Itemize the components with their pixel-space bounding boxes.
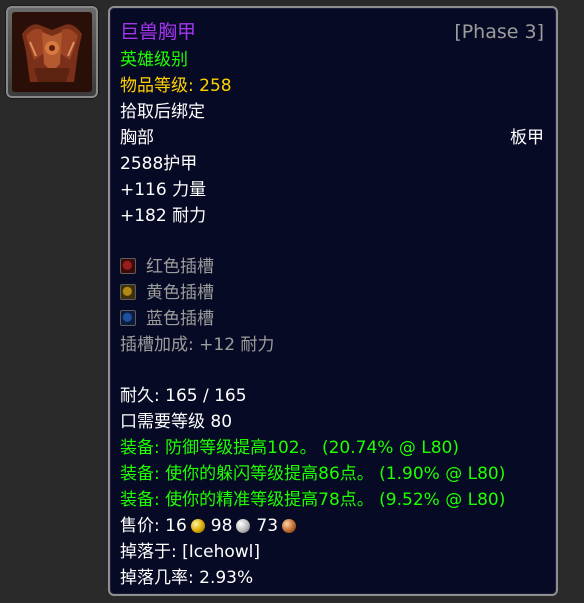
socket-blue-label: 蓝色插槽	[146, 309, 214, 329]
sell-price-label: 售价:	[120, 516, 160, 536]
armor-type-text: 板甲	[510, 128, 544, 148]
socket-blue: 蓝色插槽	[120, 309, 214, 329]
durability: 耐久: 165 / 165	[120, 386, 247, 406]
item-level-value: 258	[199, 76, 232, 96]
sell-copper-value: 73	[256, 516, 279, 536]
drop-source: 掉落于: [Icehowl]	[120, 542, 261, 562]
equip-effect-defense: 装备: 防御等级提高102。 (20.74% @ L80)	[120, 438, 459, 458]
drop-rate: 掉落几率: 2.93%	[120, 568, 254, 588]
copper-coin-icon	[282, 519, 297, 533]
item-level: 物品等级: 258	[120, 76, 232, 96]
item-name: 巨兽胸甲	[120, 21, 197, 43]
socket-bonus: 插槽加成: +12 耐力	[120, 335, 275, 355]
sell-gold-value: 16	[165, 516, 187, 536]
item-level-label: 物品等级:	[120, 76, 194, 96]
socket-yellow-label: 黄色插槽	[146, 283, 214, 303]
equip-effect-dodge: 装备: 使你的躲闪等级提高86点。 (1.90% @ L80)	[120, 464, 506, 484]
required-level: 口需要等级 80	[120, 412, 233, 432]
stat-stamina: +182 耐力	[120, 206, 207, 226]
socket-red: 红色插槽	[120, 257, 214, 277]
item-icon-frame[interactable]	[6, 6, 98, 98]
gold-coin-icon	[190, 519, 205, 533]
equip-effect-expertise: 装备: 使你的精准等级提高78点。 (9.52% @ L80)	[120, 490, 506, 510]
armor-value: 2588护甲	[120, 154, 198, 174]
stat-strength: +116 力量	[120, 180, 207, 200]
page: 巨兽胸甲 [Phase 3] 英雄级别 物品等级: 258 拾取后绑定 胸部 板…	[0, 0, 584, 603]
bind-text: 拾取后绑定	[120, 102, 205, 122]
item-tooltip: 巨兽胸甲 [Phase 3] 英雄级别 物品等级: 258 拾取后绑定 胸部 板…	[108, 6, 558, 596]
quality-label: 英雄级别	[120, 50, 188, 70]
socket-yellow: 黄色插槽	[120, 283, 214, 303]
sell-price: 售价: 16 98 73	[120, 516, 302, 536]
red-socket-icon	[120, 258, 136, 274]
yellow-socket-icon	[120, 284, 136, 300]
sell-silver-value: 98	[210, 516, 233, 536]
blue-socket-icon	[120, 310, 136, 326]
silver-coin-icon	[236, 519, 251, 533]
socket-red-label: 红色插槽	[146, 257, 214, 277]
phase-label: [Phase 3]	[454, 21, 544, 43]
chest-armor-icon	[12, 12, 92, 92]
slot-text: 胸部	[120, 128, 154, 148]
